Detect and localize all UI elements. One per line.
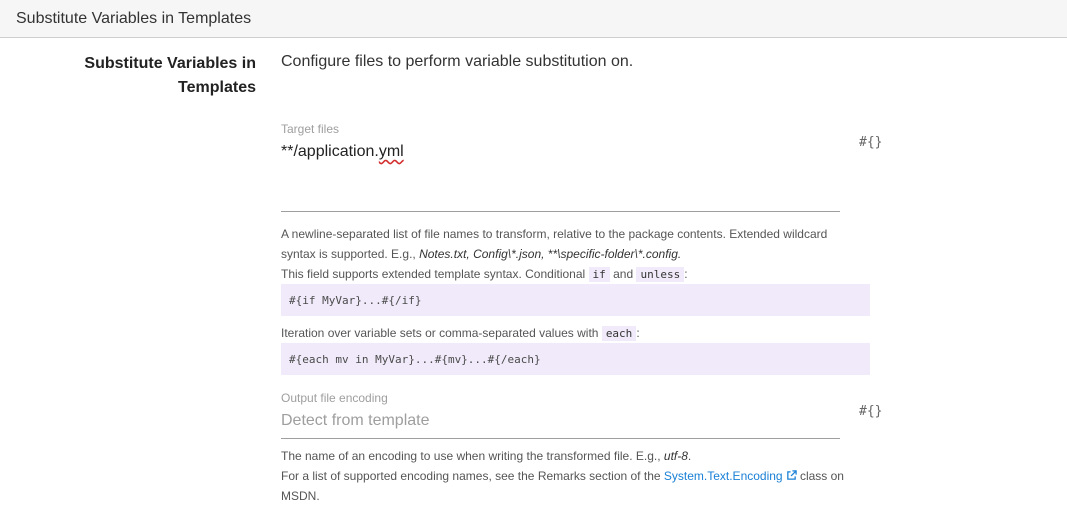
substitute-variables-section: Substitute Variables in Templates Config… — [0, 38, 1067, 515]
panel-header[interactable]: Substitute Variables in Templates — [0, 0, 1067, 38]
target-files-help: A newline-separated list of file names t… — [281, 227, 828, 282]
keyword-unless: unless — [636, 267, 685, 282]
keyword-if: if — [588, 267, 610, 282]
iteration-help: Iteration over variable sets or comma-se… — [281, 326, 640, 341]
external-link-icon — [786, 470, 797, 480]
target-files-label: Target files — [281, 122, 340, 136]
output-encoding-input[interactable]: Detect from template — [281, 412, 430, 430]
section-title: Substitute Variables in Templates — [84, 55, 256, 96]
target-files-variable-button[interactable]: #{} — [859, 135, 882, 150]
code-example-if: #{if MyVar}...#{/if} — [281, 284, 870, 316]
help-example-files: Notes.txt, Config\*.json, **\specific-fo… — [419, 247, 682, 261]
output-encoding-variable-button[interactable]: #{} — [859, 404, 882, 419]
output-encoding-help: The name of an encoding to use when writ… — [281, 449, 844, 503]
keyword-each: each — [601, 326, 637, 341]
section-description: Configure files to perform variable subs… — [281, 53, 634, 70]
output-encoding-underline — [281, 438, 840, 439]
code-example-each: #{each mv in MyVar}...#{mv}...#{/each} — [281, 343, 870, 375]
help-example-encoding: utf-8 — [663, 449, 688, 463]
system-text-encoding-link[interactable]: System.Text.Encoding — [664, 469, 797, 483]
target-files-underline — [281, 211, 840, 212]
panel-header-title: Substitute Variables in Templates — [16, 9, 252, 27]
target-files-input[interactable]: **/application.yml — [281, 143, 404, 161]
output-encoding-label: Output file encoding — [281, 391, 388, 405]
spellcheck-underlined-text: yml — [378, 143, 404, 160]
